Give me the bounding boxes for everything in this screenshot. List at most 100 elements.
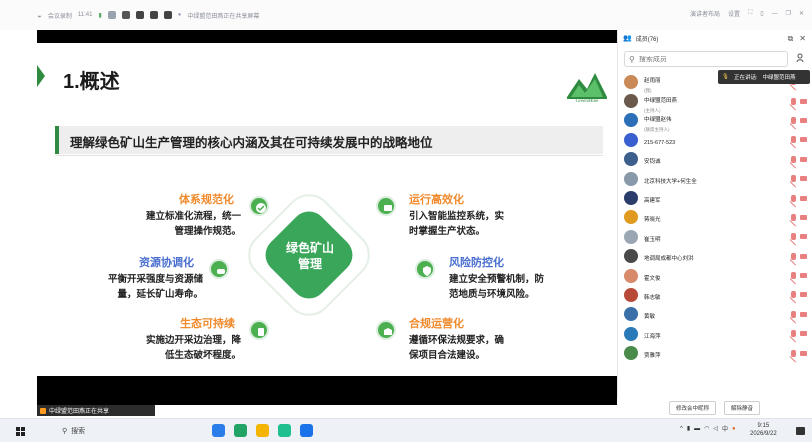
taskbar-app-icon[interactable] xyxy=(234,424,247,437)
recording-icon: ◒ xyxy=(37,10,42,20)
member-row[interactable]: 蒋晓光 xyxy=(618,208,812,227)
volume-icon[interactable]: ◁ xyxy=(713,425,718,432)
member-row[interactable]: 霍文俊 xyxy=(618,266,812,285)
member-name: 蒋晓光 xyxy=(644,217,661,224)
camera-off-icon[interactable] xyxy=(800,253,807,259)
camera-off-icon[interactable] xyxy=(800,292,807,298)
glasses-icon[interactable] xyxy=(163,11,172,19)
avatar xyxy=(624,171,638,186)
member-status xyxy=(791,155,807,163)
people-icon[interactable] xyxy=(149,11,158,19)
member-status xyxy=(791,252,807,260)
top-bar: ◒ 会议录制 11:41 ▮ ● 中绿盟范田燕正在共享屏幕 演讲者布局 设置 ⛶… xyxy=(0,0,812,30)
restore-icon[interactable]: ❐ xyxy=(786,10,791,17)
notification-icon[interactable] xyxy=(796,427,805,435)
member-row[interactable]: 高建军 xyxy=(618,188,812,207)
muted-mic-icon[interactable] xyxy=(791,272,796,280)
chart-icon[interactable] xyxy=(121,11,130,19)
camera-off-icon[interactable] xyxy=(800,176,807,182)
camera-off-icon[interactable] xyxy=(800,331,807,337)
member-row[interactable]: 安钧诚 xyxy=(618,150,812,169)
camera-off-icon[interactable] xyxy=(800,350,807,356)
panel-close-icon[interactable]: ✕ xyxy=(799,34,806,44)
taskbar-clock[interactable]: 9:15 2026/9/22 xyxy=(750,422,777,438)
muted-mic-icon[interactable] xyxy=(791,116,796,124)
unmute-button[interactable]: 解除静音 xyxy=(724,401,761,415)
taskbar-app-icon[interactable] xyxy=(300,424,313,437)
member-row[interactable]: 江海萍 xyxy=(618,324,812,343)
member-row[interactable]: 黄敏 xyxy=(618,305,812,324)
member-row[interactable]: 北京科技大学+何生全 xyxy=(618,169,812,188)
muted-mic-icon[interactable] xyxy=(791,349,796,357)
camera-off-icon[interactable] xyxy=(800,98,807,104)
taskbar-app-icon[interactable] xyxy=(212,424,225,437)
muted-mic-icon[interactable] xyxy=(791,291,796,299)
camera-off-icon[interactable] xyxy=(800,137,807,143)
muted-mic-icon[interactable] xyxy=(791,155,796,163)
wifi-icon[interactable]: ◠ xyxy=(704,425,709,432)
taskbar-app-icon[interactable] xyxy=(278,424,291,437)
network-icon[interactable]: ▬ xyxy=(694,426,700,432)
taskbar-app-icon[interactable] xyxy=(256,424,269,437)
avatar xyxy=(624,229,638,244)
minimize-icon[interactable]: — xyxy=(772,11,778,17)
camera-off-icon[interactable] xyxy=(800,156,807,162)
muted-mic-icon[interactable] xyxy=(791,194,796,202)
avatar xyxy=(624,210,638,225)
member-search-input[interactable] xyxy=(638,55,779,63)
muted-mic-icon[interactable] xyxy=(791,97,796,105)
member-search[interactable]: ⚲ xyxy=(624,51,788,67)
camera-off-icon[interactable] xyxy=(800,234,807,240)
muted-mic-icon[interactable] xyxy=(791,252,796,260)
member-status xyxy=(791,136,807,144)
member-row[interactable]: 韩志敏 xyxy=(618,285,812,304)
muted-mic-icon[interactable] xyxy=(791,213,796,221)
avatar xyxy=(624,326,638,341)
camera-off-icon[interactable] xyxy=(800,273,807,279)
member-name-wrap: 安钧诚 xyxy=(644,150,661,168)
settings-button[interactable]: 设置 xyxy=(728,9,740,18)
share-icon xyxy=(40,407,46,414)
sharing-strip[interactable]: 中绿盟范田燕正在共享 xyxy=(37,405,155,416)
avatar xyxy=(624,346,638,361)
avatar xyxy=(624,249,638,264)
shield-icon xyxy=(415,259,435,279)
member-row[interactable]: 215-677-523 xyxy=(618,130,812,149)
close-icon[interactable]: ✕ xyxy=(799,10,804,17)
member-row[interactable]: 地调局成都中心刘洪 xyxy=(618,247,812,266)
speaker-layout-button[interactable]: 演讲者布局 xyxy=(690,9,720,18)
mic-tray-icon[interactable]: ▮ xyxy=(687,425,690,432)
fullscreen-icon[interactable]: ⛶ xyxy=(748,10,752,17)
taskbar-search[interactable]: ⚲ 搜索 xyxy=(62,424,192,438)
camera-off-icon[interactable] xyxy=(800,195,807,201)
layout-icon[interactable] xyxy=(107,11,116,19)
muted-mic-icon[interactable] xyxy=(791,330,796,338)
search-icon: ⚲ xyxy=(629,54,635,64)
muted-mic-icon[interactable] xyxy=(791,136,796,144)
windows-start-icon[interactable] xyxy=(16,427,25,436)
member-name-wrap: 江海萍 xyxy=(644,325,661,343)
muted-mic-icon[interactable] xyxy=(791,233,796,241)
members-icon: 👥 xyxy=(623,35,632,42)
member-name-wrap: 北京科技大学+何生全 xyxy=(644,170,697,188)
cloud-icon[interactable] xyxy=(135,11,144,19)
camera-off-icon[interactable] xyxy=(800,311,807,317)
muted-mic-icon[interactable] xyxy=(791,310,796,318)
taskbar-search-icon: ⚲ xyxy=(62,428,68,435)
monitor-icon xyxy=(376,196,396,216)
camera-off-icon[interactable] xyxy=(800,214,807,220)
rename-button[interactable]: 修改会中昵称 xyxy=(668,401,716,415)
member-row[interactable]: 崔玉明 xyxy=(618,227,812,246)
camera-off-icon[interactable] xyxy=(800,117,807,123)
ime-icon[interactable]: 中 xyxy=(722,424,728,433)
avatar xyxy=(624,113,638,128)
meeting-tray-icon[interactable]: ● xyxy=(732,426,736,432)
member-row[interactable]: 贾雅萍 xyxy=(618,343,812,362)
member-row[interactable]: 中绿盟赵伟 (联席主持人) xyxy=(618,111,812,132)
window-icon[interactable]: ▯ xyxy=(760,10,763,17)
chevron-up-icon[interactable]: ^ xyxy=(680,426,683,432)
add-member-icon[interactable] xyxy=(796,53,806,63)
popout-icon[interactable]: ⧉ xyxy=(788,34,794,44)
item-title-resource: 资源协调化 xyxy=(139,257,194,269)
muted-mic-icon[interactable] xyxy=(791,175,796,183)
